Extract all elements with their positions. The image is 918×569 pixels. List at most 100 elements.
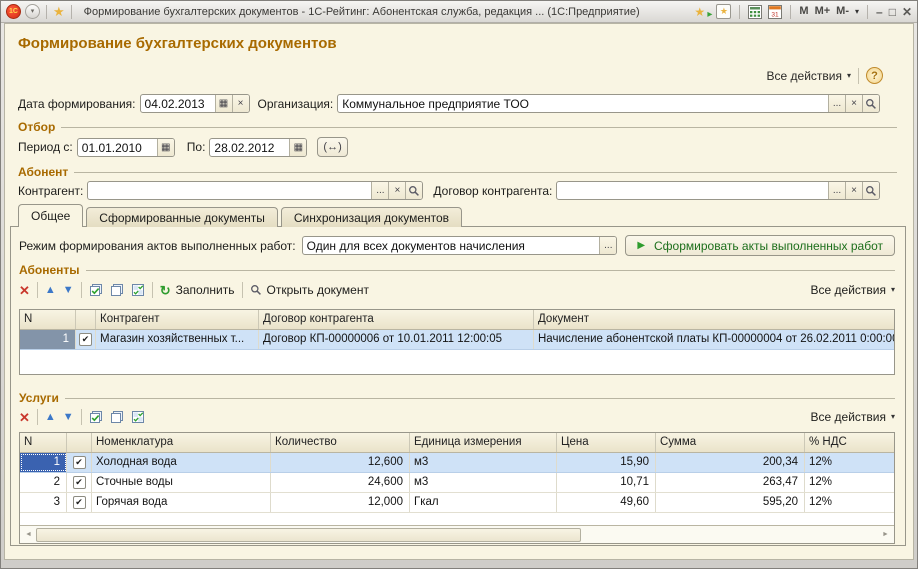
name-cell[interactable]: Сточные воды: [92, 473, 271, 492]
column-header-checkbox[interactable]: [76, 310, 96, 329]
organization-value[interactable]: Коммунальное предприятие ТОО: [338, 95, 828, 112]
table-row[interactable]: 2 ✔ Сточные воды 24,600 м3 10,71 263,47 …: [20, 473, 894, 493]
close-button[interactable]: ✕: [902, 6, 912, 18]
uncheck-all-icon[interactable]: [110, 283, 124, 297]
name-cell[interactable]: Горячая вода: [92, 493, 271, 512]
sum-cell[interactable]: 595,20: [656, 493, 805, 512]
kontragent-value[interactable]: [88, 182, 371, 199]
column-header-qty[interactable]: Количество: [271, 433, 410, 452]
period-to-value[interactable]: 28.02.2012: [210, 139, 289, 156]
qty-cell[interactable]: 12,600: [271, 453, 410, 472]
move-down-icon[interactable]: ▼: [63, 285, 74, 296]
clear-icon[interactable]: ×: [845, 182, 862, 199]
search-icon[interactable]: [405, 182, 422, 199]
select-ellipsis-icon[interactable]: ...: [599, 237, 616, 254]
column-header-contract[interactable]: Договор контрагента: [259, 310, 534, 329]
memory-m-plus-button[interactable]: M+: [815, 6, 831, 17]
date-value[interactable]: 04.02.2013: [141, 95, 215, 112]
row-number-cell[interactable]: 1: [20, 453, 67, 472]
move-up-icon[interactable]: ▲: [45, 412, 56, 423]
search-icon[interactable]: [862, 95, 879, 112]
scrollbar-thumb[interactable]: [36, 528, 581, 542]
checkbox-checked-icon[interactable]: ✔: [73, 476, 86, 489]
add-to-favorites-icon[interactable]: ★ ▸: [694, 5, 710, 19]
checkbox-checked-icon[interactable]: ✔: [73, 456, 86, 469]
qty-cell[interactable]: 12,000: [271, 493, 410, 512]
price-cell[interactable]: 10,71: [557, 473, 656, 492]
unit-cell[interactable]: Гкал: [410, 493, 557, 512]
clear-icon[interactable]: ×: [845, 95, 862, 112]
row-checkbox-cell[interactable]: ✔: [76, 330, 96, 349]
row-number-cell[interactable]: 3: [20, 493, 67, 512]
row-checkbox-cell[interactable]: ✔: [67, 453, 92, 472]
price-cell[interactable]: 15,90: [557, 453, 656, 472]
all-actions-button-services[interactable]: Все действия ▾: [811, 410, 895, 424]
row-checkbox-cell[interactable]: ✔: [67, 493, 92, 512]
sum-cell[interactable]: 263,47: [656, 473, 805, 492]
vat-cell[interactable]: 12%: [805, 493, 894, 512]
delete-row-icon[interactable]: ✕: [19, 411, 30, 424]
horizontal-scrollbar[interactable]: ◄ ►: [20, 525, 894, 543]
contract-value[interactable]: [557, 182, 828, 199]
clear-icon[interactable]: ×: [388, 182, 405, 199]
date-field[interactable]: 04.02.2013 ▦ ×: [140, 94, 250, 113]
mode-value[interactable]: Один для всех документов начисления: [303, 237, 600, 254]
row-checkbox-cell[interactable]: ✔: [67, 473, 92, 492]
name-cell[interactable]: Холодная вода: [92, 453, 271, 472]
contract-field[interactable]: ... ×: [556, 181, 880, 200]
column-header-price[interactable]: Цена: [557, 433, 656, 452]
help-button[interactable]: ?: [866, 67, 883, 84]
kontragent-cell[interactable]: Магазин хозяйственных т...: [96, 330, 259, 349]
move-down-icon[interactable]: ▼: [63, 412, 74, 423]
kontragent-field[interactable]: ... ×: [87, 181, 423, 200]
date-picker-icon[interactable]: ▦: [215, 95, 232, 112]
delete-row-icon[interactable]: ✕: [19, 284, 30, 297]
clear-icon[interactable]: ×: [232, 95, 249, 112]
column-header-sum[interactable]: Сумма: [656, 433, 805, 452]
calendar-icon[interactable]: 31: [768, 5, 782, 19]
uncheck-all-icon[interactable]: [110, 410, 124, 424]
period-to-field[interactable]: 28.02.2012 ▦: [209, 138, 307, 157]
titlebar-more-icon[interactable]: ▾: [855, 8, 859, 16]
period-range-button[interactable]: (↔): [317, 137, 347, 157]
maximize-button[interactable]: □: [889, 6, 896, 18]
calculator-icon[interactable]: [748, 5, 762, 19]
check-all-icon[interactable]: [89, 283, 103, 297]
date-picker-icon[interactable]: ▦: [157, 139, 174, 156]
row-number-cell[interactable]: 2: [20, 473, 67, 492]
scroll-left-icon[interactable]: ◄: [21, 531, 36, 538]
tab-sync-documents[interactable]: Синхронизация документов: [281, 207, 462, 227]
sum-cell[interactable]: 200,34: [656, 453, 805, 472]
table-row[interactable]: 3 ✔ Горячая вода 12,000 Гкал 49,60 595,2…: [20, 493, 894, 513]
checkbox-checked-icon[interactable]: ✔: [79, 333, 92, 346]
column-header-vat[interactable]: % НДС: [805, 433, 894, 452]
check-all-icon[interactable]: [89, 410, 103, 424]
vat-cell[interactable]: 12%: [805, 453, 894, 472]
minimize-button[interactable]: –: [876, 6, 883, 18]
column-header-checkbox[interactable]: [67, 433, 92, 452]
mode-field[interactable]: Один для всех документов начисления ...: [302, 236, 618, 255]
column-header-document[interactable]: Документ: [534, 310, 894, 329]
period-from-field[interactable]: 01.01.2010 ▦: [77, 138, 175, 157]
vat-cell[interactable]: 12%: [805, 473, 894, 492]
tab-general[interactable]: Общее: [18, 204, 83, 227]
all-actions-button-abonents[interactable]: Все действия ▾: [811, 283, 895, 297]
price-cell[interactable]: 49,60: [557, 493, 656, 512]
select-ellipsis-icon[interactable]: ...: [828, 182, 845, 199]
open-document-button[interactable]: Открыть документ: [250, 283, 369, 297]
table-row[interactable]: 1 ✔ Магазин хозяйственных т... Договор К…: [20, 330, 894, 350]
row-number-cell[interactable]: 1: [20, 330, 76, 349]
date-picker-icon[interactable]: ▦: [289, 139, 306, 156]
column-header-unit[interactable]: Единица измерения: [410, 433, 557, 452]
contract-cell[interactable]: Договор КП-00000006 от 10.01.2011 12:00:…: [259, 330, 534, 349]
services-table[interactable]: N Номенклатура Количество Единица измере…: [19, 432, 895, 544]
favorites-panel-icon[interactable]: ★: [716, 4, 731, 19]
select-ellipsis-icon[interactable]: ...: [828, 95, 845, 112]
generate-acts-button[interactable]: ▶ Сформировать акты выполненных работ: [625, 235, 895, 256]
organization-field[interactable]: Коммунальное предприятие ТОО ... ×: [337, 94, 880, 113]
column-header-n[interactable]: N: [20, 310, 76, 329]
favorite-star-icon[interactable]: ★: [53, 5, 65, 18]
period-from-value[interactable]: 01.01.2010: [78, 139, 157, 156]
fill-button[interactable]: ↻ Заполнить: [160, 283, 235, 297]
column-header-kontragent[interactable]: Контрагент: [96, 310, 259, 329]
